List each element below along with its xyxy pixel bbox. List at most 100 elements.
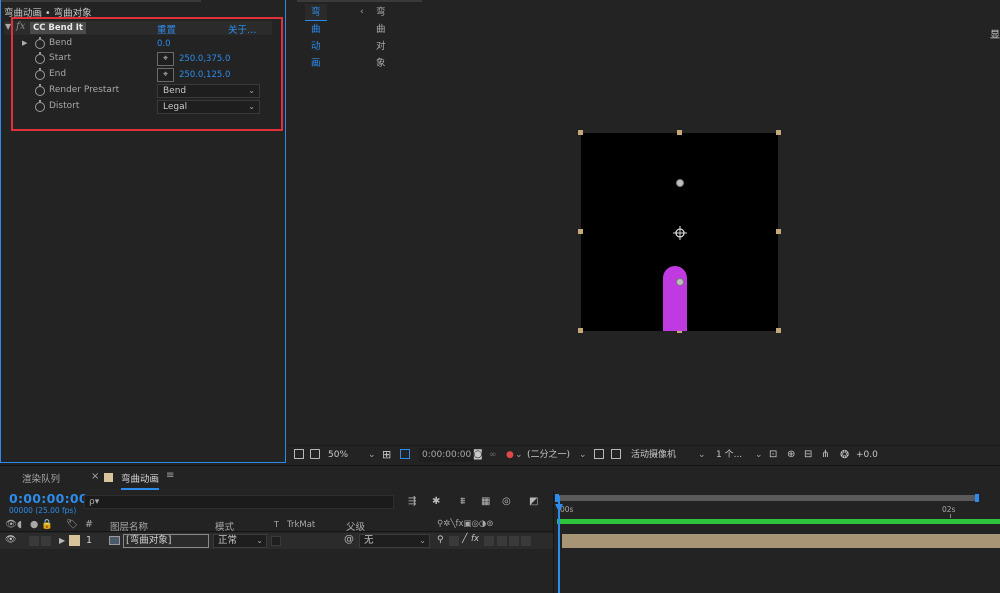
blend-mode-dropdown[interactable]: 正常 ⌄ xyxy=(213,534,267,548)
layer-search-input[interactable]: ρ▾ xyxy=(84,495,394,509)
navigator-end-handle[interactable] xyxy=(975,494,979,502)
flowchart-icon[interactable]: ⋔ xyxy=(821,448,829,462)
lock-box[interactable] xyxy=(41,536,51,546)
tab-precomp[interactable]: 弯曲对象 xyxy=(370,4,392,69)
draft-3d-icon[interactable]: ✱ xyxy=(432,496,440,507)
exposure-value[interactable]: +0.0 xyxy=(856,448,878,462)
transform-handle[interactable] xyxy=(776,328,781,333)
timeline-icon[interactable]: ⊟ xyxy=(804,448,812,462)
transform-handle[interactable] xyxy=(578,328,583,333)
render-prestart-dropdown[interactable]: Bend ⌄ xyxy=(157,84,260,98)
start-point-handle[interactable] xyxy=(676,278,684,286)
frame-blend-box[interactable] xyxy=(484,536,494,546)
transform-handle[interactable] xyxy=(776,130,781,135)
eye-icon[interactable]: 👁 xyxy=(5,535,16,545)
audio-switch-icon[interactable]: ◖ xyxy=(17,519,22,530)
expand-triangle-icon[interactable]: ▶ xyxy=(22,39,27,47)
timeline-track-area[interactable]: 00s 02s xyxy=(553,491,1000,593)
solo-box[interactable] xyxy=(29,536,39,546)
shy-switch-icon[interactable]: ⚲ xyxy=(437,535,444,545)
chevron-down-icon[interactable]: ⌄ xyxy=(755,448,763,462)
stopwatch-icon[interactable] xyxy=(35,100,45,112)
tab-comp-timeline[interactable]: 弯曲动画 xyxy=(121,471,160,490)
effect-name[interactable]: CC Bend It xyxy=(30,22,86,34)
expand-triangle-icon[interactable]: ▶ xyxy=(59,536,65,545)
monitor-icon[interactable] xyxy=(310,449,320,459)
layer-name-field[interactable]: [弯曲对象] xyxy=(123,534,209,548)
collapse-triangle-icon[interactable]: ▼ xyxy=(5,22,11,31)
layer-row[interactable]: 👁 ▶ 1 [弯曲对象] 正常 ⌄ @ 无 ⌄ ⚲ ╱ fx xyxy=(0,533,553,549)
chevron-down-icon[interactable]: ⌄ xyxy=(368,448,376,462)
stopwatch-icon[interactable] xyxy=(35,84,45,96)
transparency-grid-icon[interactable] xyxy=(611,449,621,459)
stopwatch-icon[interactable] xyxy=(35,68,45,80)
tab-comp[interactable]: 弯曲动画 xyxy=(305,4,327,69)
parent-pickwhip-icon[interactable]: @ xyxy=(344,534,354,545)
toggle-pixel-aspect-icon[interactable]: ⊡ xyxy=(769,448,777,462)
effects-switch-icon[interactable]: fx xyxy=(471,534,479,544)
solo-switch-icon[interactable]: ● xyxy=(30,519,38,530)
layer-duration-bar[interactable] xyxy=(562,534,1000,548)
adjustment-box[interactable] xyxy=(509,536,519,546)
collapse-switch-box[interactable] xyxy=(449,536,459,546)
camera-view-dropdown[interactable]: 活动摄像机 xyxy=(631,448,676,462)
about-link[interactable]: 关于… xyxy=(228,22,257,36)
tab-render-queue[interactable]: 渲染队列 xyxy=(22,471,60,485)
chevron-down-icon[interactable]: ⌄ xyxy=(515,448,523,462)
close-tab-icon[interactable]: × xyxy=(91,471,99,482)
stopwatch-icon[interactable] xyxy=(35,37,45,49)
current-time-display[interactable]: 0:00:00:00 xyxy=(9,491,88,506)
camera-snapshot-icon[interactable]: ◙ xyxy=(473,448,483,462)
anchor-point-icon[interactable] xyxy=(673,226,687,240)
layer-switches-icons[interactable]: ⚲✲╲fx▣◎◑⊚ xyxy=(437,519,493,529)
distort-dropdown[interactable]: Legal ⌄ xyxy=(157,100,260,114)
view-layout-dropdown[interactable]: 1 个... xyxy=(716,448,742,462)
show-snapshot-icon[interactable]: ∞ xyxy=(489,448,497,462)
chevron-down-icon[interactable]: ⌄ xyxy=(698,448,706,462)
chevron-left-icon[interactable]: ‹ xyxy=(360,7,364,17)
transform-handle[interactable] xyxy=(578,229,583,234)
column-layer-name[interactable]: 图层名称 xyxy=(110,519,148,533)
stopwatch-icon[interactable] xyxy=(35,52,45,64)
always-preview-icon[interactable] xyxy=(294,449,304,459)
start-value[interactable]: 250.0,375.0 xyxy=(179,54,230,64)
preserve-transparency-box[interactable] xyxy=(271,536,281,546)
composition-mini-flowchart-icon[interactable]: ⇶ xyxy=(408,496,416,507)
region-of-interest-icon[interactable] xyxy=(594,449,604,459)
resolution-dropdown[interactable]: (二分之一) xyxy=(527,448,570,462)
transform-handle[interactable] xyxy=(578,130,583,135)
label-tag-icon[interactable]: 🏷 xyxy=(66,519,78,530)
time-navigator-bar[interactable] xyxy=(557,495,977,501)
transform-handle[interactable] xyxy=(776,229,781,234)
quality-switch-icon[interactable]: ╱ xyxy=(462,534,467,544)
reset-link[interactable]: 重置 xyxy=(157,22,176,36)
end-point-handle[interactable] xyxy=(676,179,684,187)
bend-object-shape[interactable] xyxy=(663,266,687,331)
safe-margins-icon[interactable]: ⊞ xyxy=(382,448,391,462)
point-target-icon[interactable]: ⌖ xyxy=(157,52,174,66)
lock-icon[interactable]: 🔒 xyxy=(41,519,53,530)
mask-visibility-icon[interactable] xyxy=(400,449,410,459)
effect-header-row[interactable]: ▼ fx CC Bend It 重置 关于… xyxy=(4,21,272,36)
fast-previews-icon[interactable]: ⊕ xyxy=(787,448,795,462)
shy-layers-icon[interactable]: ⩩ xyxy=(460,496,465,507)
graph-editor-icon[interactable]: ◩ xyxy=(529,496,538,507)
transform-handle[interactable] xyxy=(677,130,682,135)
reset-exposure-icon[interactable]: ❂ xyxy=(840,448,849,462)
bend-value[interactable]: 0.0 xyxy=(157,39,171,49)
channels-icon[interactable]: ● xyxy=(506,448,514,462)
video-switch-icon[interactable]: 👁 xyxy=(5,519,17,530)
viewer-timecode[interactable]: 0:00:00:00 xyxy=(419,448,475,462)
frame-blending-icon[interactable]: ▦ xyxy=(481,496,490,507)
motion-blur-icon[interactable]: ◎ xyxy=(502,496,511,507)
panel-menu-icon[interactable]: ≡ xyxy=(166,470,174,481)
time-ruler[interactable]: 00s 02s xyxy=(554,503,1000,518)
end-value[interactable]: 250.0,125.0 xyxy=(179,70,230,80)
work-area-bar[interactable] xyxy=(557,519,1000,524)
fx-toggle-icon[interactable]: fx xyxy=(16,21,25,32)
zoom-dropdown[interactable]: 50% xyxy=(328,448,348,462)
3d-layer-box[interactable] xyxy=(521,536,531,546)
chevron-down-icon[interactable]: ⌄ xyxy=(579,448,587,462)
parent-dropdown[interactable]: 无 ⌄ xyxy=(359,534,430,548)
point-target-icon[interactable]: ⌖ xyxy=(157,68,174,82)
